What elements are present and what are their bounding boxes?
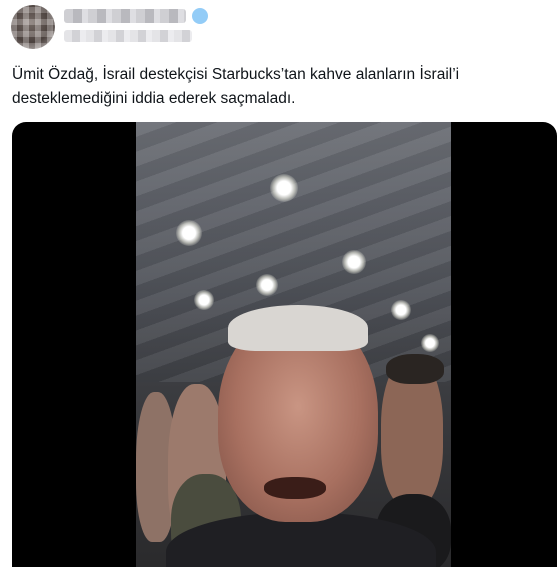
ceiling-light <box>256 274 278 296</box>
ceiling-light <box>194 290 214 310</box>
avatar[interactable] <box>11 5 55 49</box>
ceiling-light <box>391 300 411 320</box>
verified-badge-icon <box>192 8 208 24</box>
ceiling-light <box>176 220 202 246</box>
blurred-username[interactable] <box>64 30 192 42</box>
bystander <box>386 354 444 384</box>
blurred-display-name[interactable] <box>64 9 186 23</box>
ceiling-light <box>270 174 298 202</box>
speaker-mouth <box>264 477 326 499</box>
video-frame[interactable] <box>136 122 451 567</box>
tweet-text: Ümit Özdağ, İsrail destekçisi Starbucks’… <box>12 66 460 107</box>
tweet-video[interactable] <box>12 122 557 567</box>
ceiling-light <box>342 250 366 274</box>
speaker-hair <box>228 305 368 351</box>
ceiling-light <box>421 334 439 352</box>
